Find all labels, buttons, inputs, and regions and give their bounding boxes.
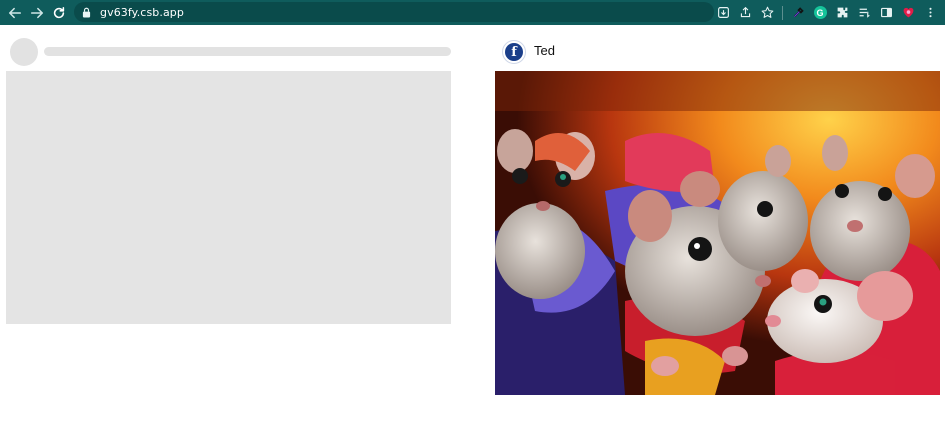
menu-icon[interactable] — [919, 2, 941, 24]
forward-icon[interactable] — [26, 2, 48, 24]
skeleton-avatar — [10, 38, 38, 66]
side-panel-icon[interactable] — [875, 2, 897, 24]
reload-icon[interactable] — [48, 2, 70, 24]
url-text[interactable]: gv63fy.csb.app — [100, 6, 184, 19]
user-avatar[interactable]: f — [502, 40, 526, 64]
back-icon[interactable] — [4, 2, 26, 24]
star-icon[interactable] — [756, 2, 778, 24]
grammarly-letter: G — [813, 6, 827, 19]
toolbar-actions: G — [712, 0, 941, 25]
browser-toolbar: gv63fy.csb.app G — [0, 0, 945, 25]
username[interactable]: Ted — [534, 43, 555, 58]
toolbar-divider — [782, 5, 783, 20]
lock-icon[interactable] — [82, 6, 92, 18]
skeleton-image — [6, 71, 451, 324]
profile-icon[interactable] — [897, 2, 919, 24]
skeleton-username-line — [44, 47, 451, 56]
install-icon[interactable] — [712, 2, 734, 24]
extensions-icon[interactable] — [831, 2, 853, 24]
share-icon[interactable] — [734, 2, 756, 24]
post-image[interactable] — [495, 71, 940, 395]
eyedropper-icon[interactable] — [787, 2, 809, 24]
address-bar[interactable]: gv63fy.csb.app — [74, 2, 714, 22]
grammarly-icon[interactable]: G — [809, 2, 831, 24]
mice-photo-illustration — [495, 71, 940, 395]
reading-list-icon[interactable] — [853, 2, 875, 24]
avatar-letter: f — [505, 43, 523, 61]
